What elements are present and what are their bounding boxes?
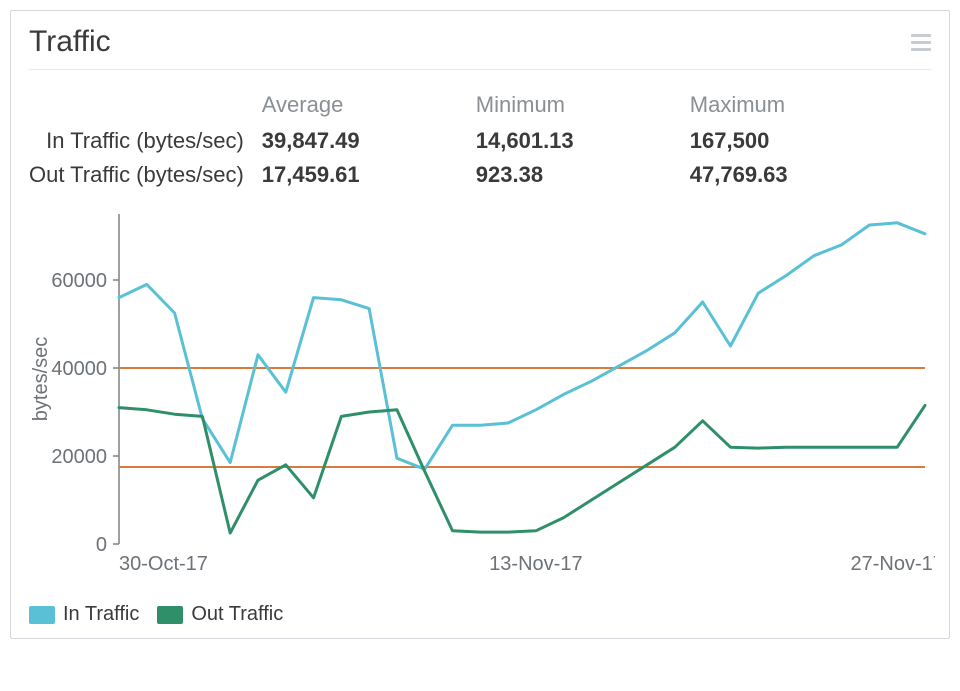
legend-in[interactable]: In Traffic [29, 603, 139, 626]
svg-text:20000: 20000 [51, 446, 107, 468]
table-row: In Traffic (bytes/sec) 39,847.49 14,601.… [29, 124, 904, 158]
out-min: 923.38 [476, 158, 690, 192]
svg-text:30-Oct-17: 30-Oct-17 [119, 553, 208, 575]
col-minimum: Minimum [476, 88, 690, 124]
hamburger-icon[interactable] [911, 34, 931, 51]
in-avg: 39,847.49 [262, 124, 476, 158]
legend-swatch-in [29, 606, 55, 624]
table-row: Out Traffic (bytes/sec) 17,459.61 923.38… [29, 158, 904, 192]
out-max: 47,769.63 [690, 158, 904, 192]
divider [29, 69, 931, 70]
line-chart-svg: 0 20000 40000 60000 bytes/sec 30-Oct-17 13-Nov… [29, 204, 935, 584]
out-avg: 17,459.61 [262, 158, 476, 192]
row-label: Out Traffic (bytes/sec) [29, 158, 262, 192]
stats-table: Average Minimum Maximum In Traffic (byte… [29, 88, 904, 192]
svg-text:27-Nov-17: 27-Nov-17 [851, 553, 935, 575]
svg-text:13-Nov-17: 13-Nov-17 [489, 553, 582, 575]
in-min: 14,601.13 [476, 124, 690, 158]
svg-text:bytes/sec: bytes/sec [30, 337, 52, 421]
svg-text:0: 0 [96, 534, 107, 556]
legend-swatch-out [157, 606, 183, 624]
legend-label-in: In Traffic [63, 603, 139, 626]
col-maximum: Maximum [690, 88, 904, 124]
legend: In Traffic Out Traffic [29, 603, 931, 626]
col-average: Average [262, 88, 476, 124]
legend-label-out: Out Traffic [191, 603, 283, 626]
panel-title: Traffic [29, 25, 111, 59]
traffic-chart: 0 20000 40000 60000 bytes/sec 30-Oct-17 13-Nov… [29, 204, 931, 589]
legend-out[interactable]: Out Traffic [157, 603, 283, 626]
in-max: 167,500 [690, 124, 904, 158]
svg-text:60000: 60000 [51, 270, 107, 292]
traffic-panel: Traffic Average Minimum Maximum In Traff… [10, 10, 950, 639]
svg-text:40000: 40000 [51, 358, 107, 380]
row-label: In Traffic (bytes/sec) [29, 124, 262, 158]
